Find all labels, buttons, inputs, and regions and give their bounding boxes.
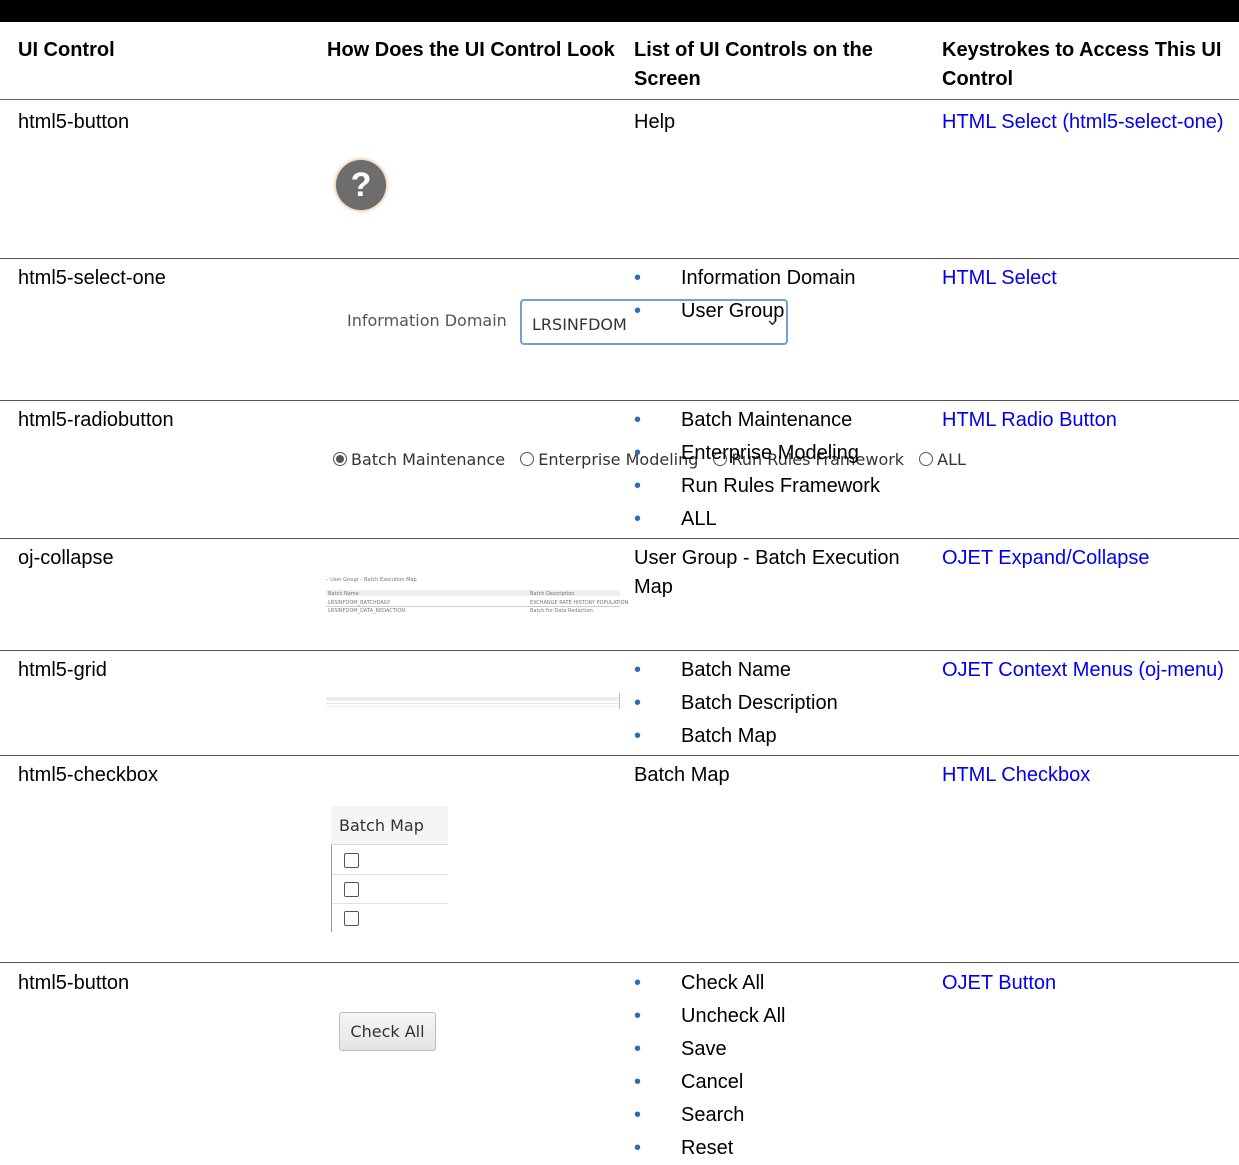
checkbox-row xyxy=(331,903,448,932)
bullet-icon: • xyxy=(634,409,642,431)
bullet-icon: • xyxy=(634,1071,642,1093)
bullet-icon: • xyxy=(634,659,642,681)
row2-link[interactable]: HTML Select xyxy=(942,264,1237,293)
bullet-icon: • xyxy=(634,1104,642,1126)
header-separator xyxy=(0,99,1239,100)
check-all-button[interactable]: Check All xyxy=(339,1012,436,1051)
row4-control: oj-collapse xyxy=(18,547,114,569)
checkbox-row xyxy=(331,874,448,904)
bullet-icon: • xyxy=(634,300,642,322)
row6-controls-text: Batch Map xyxy=(634,764,730,786)
bullet-icon: • xyxy=(634,692,642,714)
collapse-col2: Batch Description xyxy=(530,591,575,597)
radio-batch-maintenance[interactable]: Batch Maintenance xyxy=(333,450,505,469)
row1-control: html5-button xyxy=(18,111,130,133)
collapse-cell: Batch for Data Redaction xyxy=(530,608,593,614)
radio-empty-icon xyxy=(520,452,535,466)
select-label: Information Domain xyxy=(347,311,507,330)
row-separator xyxy=(0,962,1239,963)
row6-control: html5-checkbox xyxy=(18,764,159,786)
row-separator xyxy=(0,400,1239,401)
row5-control: html5-grid xyxy=(18,659,107,681)
radio-selected-icon xyxy=(333,452,347,466)
header-controls-list: List of UI Controls on the Screen xyxy=(634,39,873,90)
radio-empty-icon xyxy=(919,452,934,466)
grid-divider xyxy=(619,693,620,709)
row7-control: html5-button xyxy=(18,972,130,994)
header-look: How Does the UI Control Look xyxy=(327,39,615,61)
bullet-icon: • xyxy=(634,972,642,994)
row1-link[interactable]: HTML Select (html5-select-one) xyxy=(942,108,1237,137)
header-ui-control: UI Control xyxy=(18,39,115,61)
checkbox-column-header: Batch Map xyxy=(331,806,448,845)
radio-group: Batch Maintenance Enterprise Modeling Ru… xyxy=(333,450,976,469)
bullet-icon: • xyxy=(634,1005,642,1027)
row3-link[interactable]: HTML Radio Button xyxy=(942,406,1237,435)
row4-controls-text: User Group - Batch Execution Map xyxy=(634,547,900,598)
collapse-header-row xyxy=(326,590,620,596)
bullet-icon: • xyxy=(634,1137,642,1159)
collapse-row-line xyxy=(326,606,620,607)
row-separator xyxy=(0,258,1239,259)
collapse-title: – User Group – Batch Execution Map xyxy=(326,577,417,583)
collapse-col1: Batch Name xyxy=(328,591,359,597)
row1-controls-text: Help xyxy=(634,111,676,133)
row-separator xyxy=(0,755,1239,756)
bullet-icon: • xyxy=(634,475,642,497)
radio-all[interactable]: ALL xyxy=(919,450,966,469)
bullet-icon: • xyxy=(634,442,642,464)
checkbox[interactable] xyxy=(344,882,359,897)
row7-link[interactable]: OJET Button xyxy=(942,969,1237,998)
row2-control: html5-select-one xyxy=(18,267,166,289)
bullet-icon: • xyxy=(634,725,642,747)
bullet-icon: • xyxy=(634,267,642,289)
bullet-icon: • xyxy=(634,508,642,530)
help-question-icon: ? xyxy=(336,160,386,210)
row3-control: html5-radiobutton xyxy=(18,409,174,431)
select-value: LRSINFDOM xyxy=(532,315,627,334)
header-keystrokes: Keystrokes to Access This UI Control xyxy=(942,39,1222,90)
row4-link[interactable]: OJET Expand/Collapse xyxy=(942,544,1237,573)
row5-link[interactable]: OJET Context Menus (oj-menu) xyxy=(942,656,1237,685)
row-separator xyxy=(0,538,1239,539)
collapse-cell: LRSINFDOM_DATA_REDACTION xyxy=(328,608,405,614)
checkbox[interactable] xyxy=(344,853,359,868)
checkbox-row xyxy=(331,845,448,875)
row6-link[interactable]: HTML Checkbox xyxy=(942,761,1237,790)
row-separator xyxy=(0,650,1239,651)
checkbox[interactable] xyxy=(344,911,359,926)
bullet-icon: • xyxy=(634,1038,642,1060)
top-rule xyxy=(0,0,1239,22)
grid-header-row xyxy=(326,697,620,701)
grid-row-line xyxy=(326,706,620,707)
grid-row-line xyxy=(326,703,620,704)
radio-enterprise-modeling[interactable]: Enterprise Modeling xyxy=(520,450,698,469)
